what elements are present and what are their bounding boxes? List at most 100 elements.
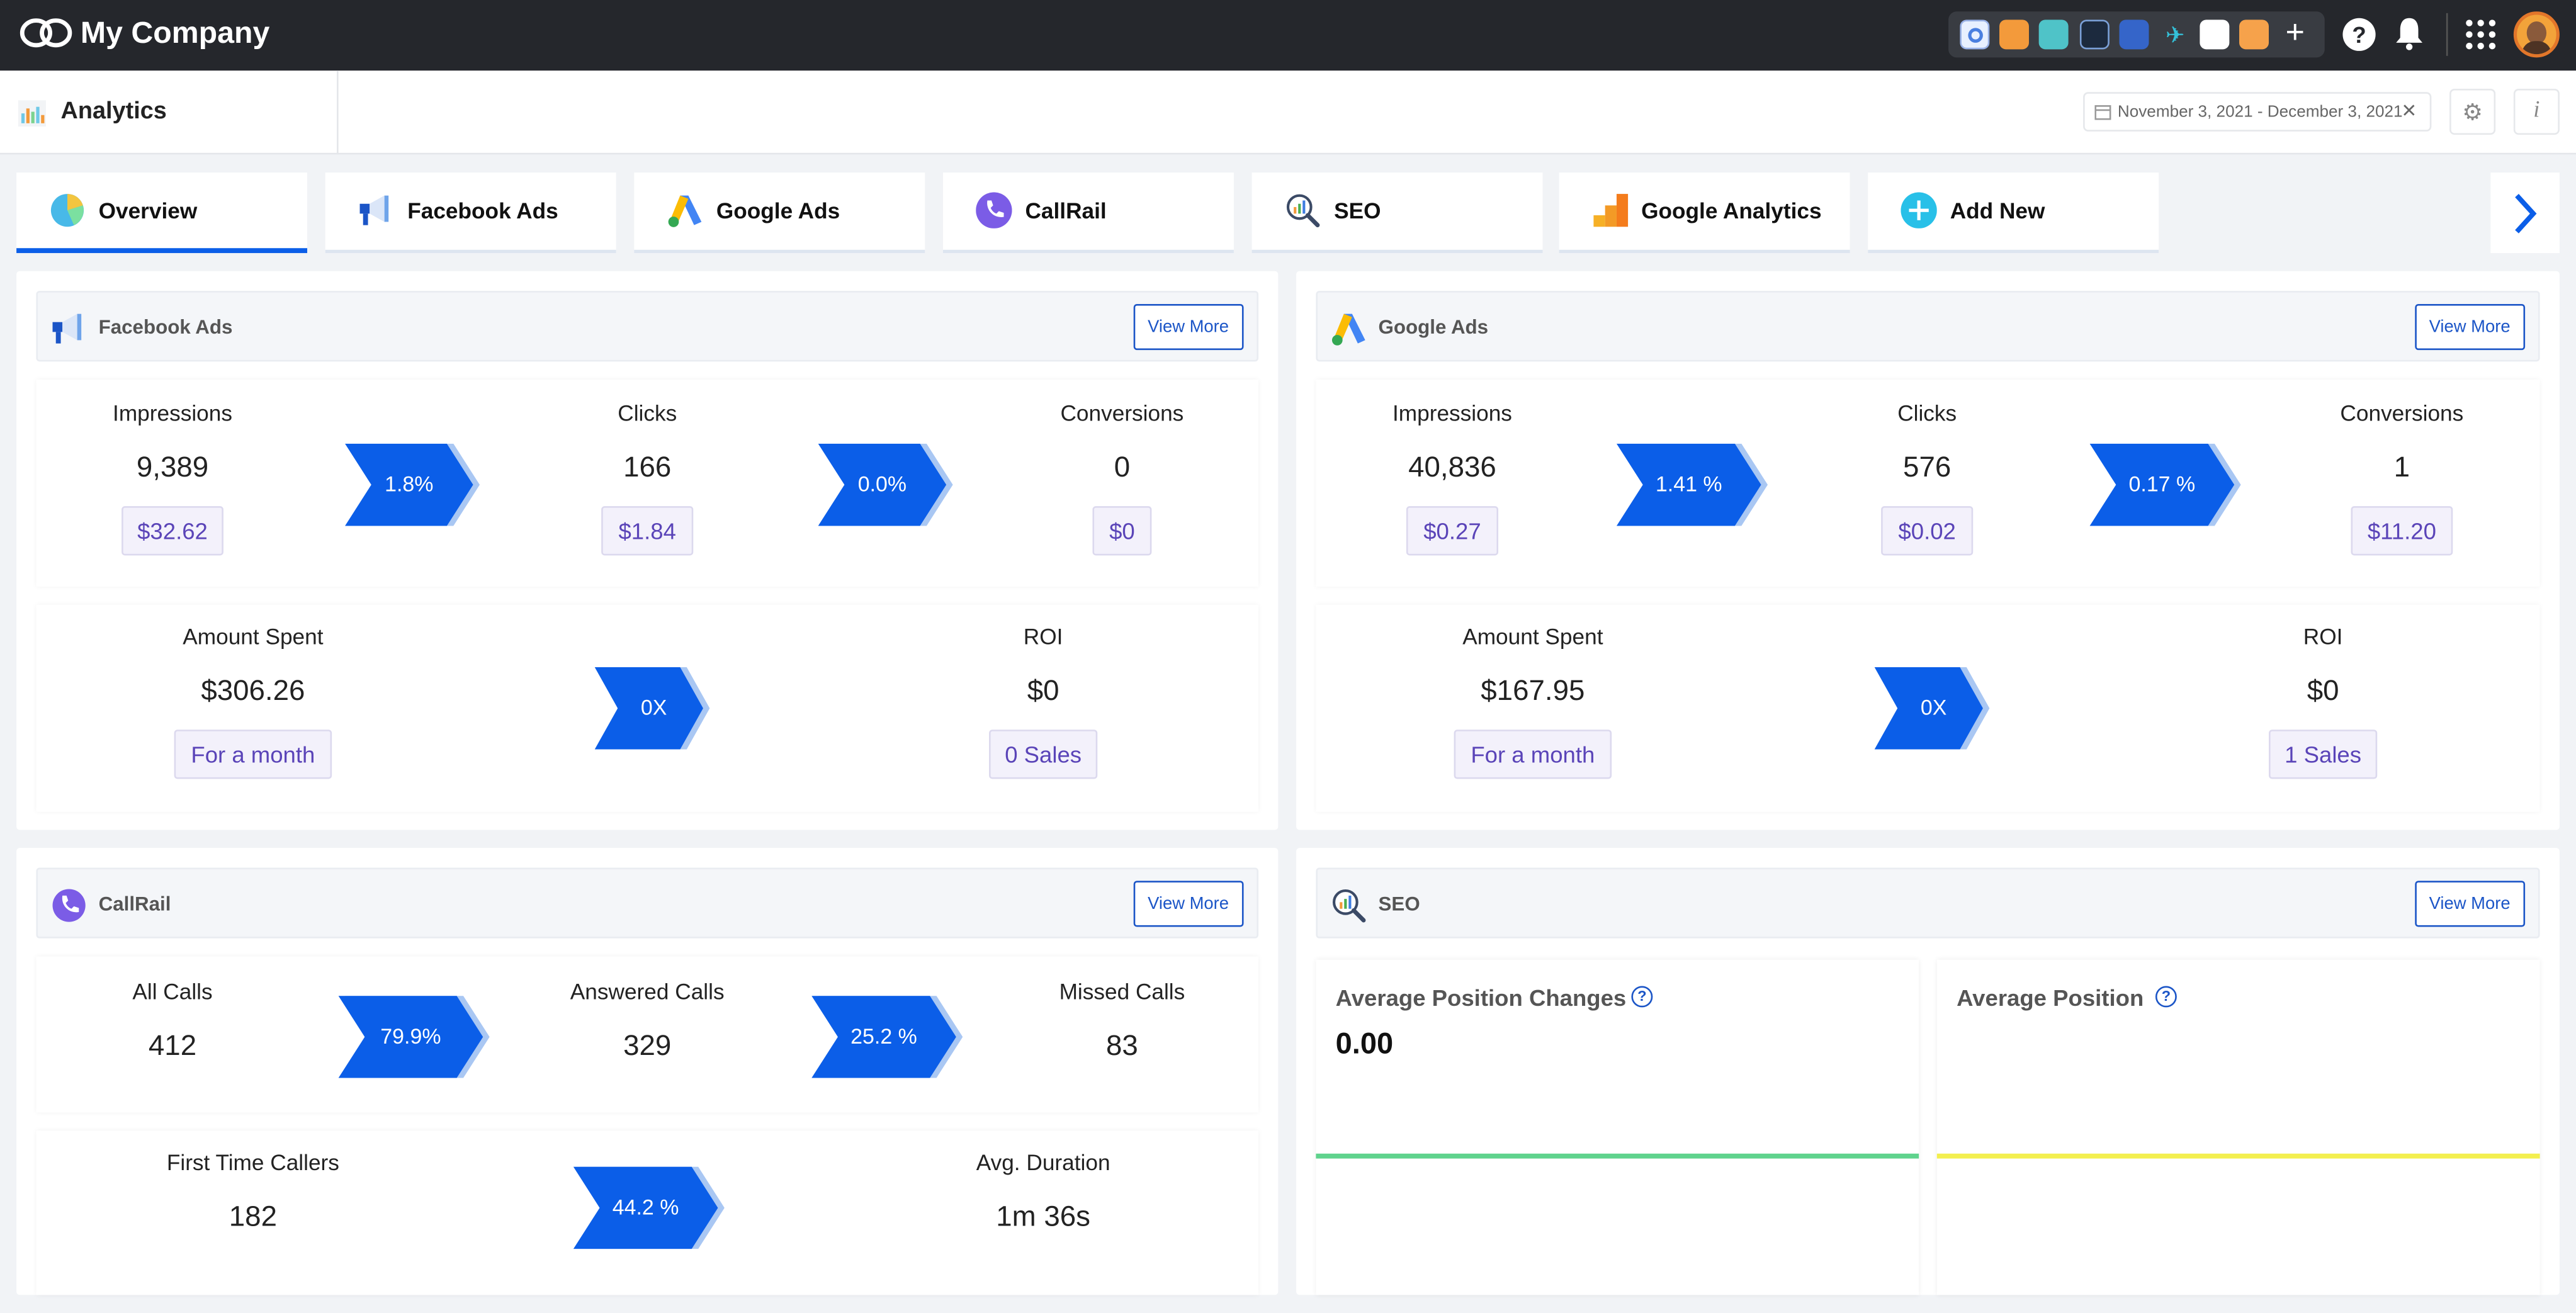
funnel-box: Impressions 9,389 $32.62 1.8% Clicks 166… <box>36 380 1259 587</box>
google-ads-icon <box>1331 313 1365 346</box>
view-more-button[interactable]: View More <box>1133 303 1244 351</box>
metric-value: 412 <box>148 1028 197 1062</box>
settings-button[interactable]: ⚙ <box>2449 88 2496 135</box>
metric-value: 9,389 <box>136 450 209 483</box>
plane-app-icon[interactable]: ✈ <box>2161 20 2190 49</box>
answer-rate-arrow: 79.9% <box>338 996 490 1078</box>
help-icon[interactable]: ? <box>2342 18 2376 51</box>
tabs-next-arrow-icon[interactable] <box>2490 172 2560 254</box>
view-more-button[interactable]: View More <box>1133 881 1244 927</box>
page-title: Analytics <box>60 98 167 125</box>
top-bar: My Company ✈ + ? <box>0 0 2576 71</box>
metric-label: ROI <box>2303 624 2343 650</box>
avg-position-changes-card: Average Position Changes ? 0.00 <box>1316 959 1919 1295</box>
missed-rate-arrow: 25.2 % <box>811 996 963 1078</box>
clicks-metric: Clicks 166 $1.84 <box>516 401 779 556</box>
tab-label: Google Ads <box>716 198 840 224</box>
tab-label: Facebook Ads <box>407 198 558 224</box>
panel-title: Facebook Ads <box>98 315 233 339</box>
panel-header: Google Ads View More <box>1316 291 2540 362</box>
page-header: Analytics November 3, 2021 - December 3,… <box>0 70 2576 155</box>
missed-calls-metric: Missed Calls 83 <box>991 979 1254 1063</box>
user-avatar[interactable] <box>2513 11 2560 58</box>
help-icon[interactable]: ? <box>2155 986 2177 1008</box>
analytics-icon <box>18 100 47 127</box>
card-value: 0.00 <box>1335 1027 1394 1060</box>
view-more-button[interactable]: View More <box>2414 303 2526 351</box>
roi-metric: ROI $0 0 Sales <box>912 624 1175 779</box>
roi-metric: ROI $0 1 Sales <box>2191 624 2455 779</box>
metric-value: $0 <box>1027 673 1059 707</box>
tab-seo[interactable]: SEO <box>1251 172 1543 254</box>
conversion-arrow: 0.17 % <box>2089 443 2241 526</box>
apps-grid-icon[interactable] <box>2465 18 2497 51</box>
panel-header: CallRail View More <box>36 867 1259 938</box>
metric-label: All Calls <box>132 979 213 1005</box>
all-calls-metric: All Calls 412 <box>41 979 304 1063</box>
tab-callrail[interactable]: CallRail <box>942 172 1234 254</box>
metric-label: Clicks <box>618 401 677 426</box>
tab-label: Overview <box>98 198 198 224</box>
cost-badge: $0.27 <box>1407 506 1498 556</box>
tab-label: CallRail <box>1025 198 1107 224</box>
ctr-rate: 1.8% <box>385 471 434 497</box>
tab-google-analytics[interactable]: Google Analytics <box>1559 172 1850 254</box>
avg-position-card: Average Position ? <box>1936 959 2540 1295</box>
magnifier-chart-icon <box>1286 194 1320 228</box>
calls-box: All Calls 412 79.9% Answered Calls 329 2… <box>36 956 1259 1113</box>
conversions-metric: Conversions 1 $11.20 <box>2271 401 2534 556</box>
metric-label: Missed Calls <box>1059 979 1185 1005</box>
phone-icon <box>52 889 86 922</box>
cube-app-icon[interactable] <box>2119 20 2149 50</box>
pie-chart-icon <box>50 194 84 227</box>
panel-header: Facebook Ads View More <box>36 291 1259 362</box>
metric-value: 329 <box>623 1028 672 1062</box>
tab-google-ads[interactable]: Google Ads <box>634 172 925 254</box>
plus-circle-icon <box>1901 192 1937 228</box>
clicks-metric: Clicks 576 $0.02 <box>1795 401 2059 556</box>
facebook-ads-panel: Facebook Ads View More Impressions 9,389… <box>16 271 1279 830</box>
calendar-app-icon[interactable] <box>2038 20 2069 50</box>
metric-value: 40,836 <box>1408 450 1496 483</box>
add-app-icon[interactable]: + <box>2280 16 2310 49</box>
roi-arrow: 0X <box>594 667 730 750</box>
screen-app-icon[interactable] <box>2079 20 2110 50</box>
tab-add-new[interactable]: Add New <box>1868 172 2159 254</box>
metric-label: Avg. Duration <box>976 1150 1110 1175</box>
browser-app-icon[interactable] <box>1960 20 1990 50</box>
cost-badge: $32.62 <box>121 506 224 556</box>
google-ads-icon <box>668 195 702 227</box>
metric-label: First Time Callers <box>166 1150 339 1175</box>
help-icon[interactable]: ? <box>1631 986 1653 1008</box>
metric-value: $306.26 <box>201 673 305 707</box>
funnel-box: Impressions 40,836 $0.27 1.41 % Clicks 5… <box>1316 380 2540 587</box>
megaphone-icon <box>359 195 389 225</box>
metric-value: $0 <box>2307 673 2339 707</box>
roi-rate: 0X <box>640 695 667 720</box>
cost-badge: $0 <box>1092 506 1151 556</box>
metric-label: Amount Spent <box>1462 624 1603 650</box>
company-name[interactable]: My Company <box>81 14 269 50</box>
metric-value: 576 <box>1903 450 1952 483</box>
analytics-app-icon[interactable] <box>2200 20 2230 50</box>
company-logo-icon[interactable] <box>20 18 72 48</box>
callers-box: First Time Callers 182 44.2 % Avg. Durat… <box>36 1130 1259 1295</box>
roi-arrow: 0X <box>1874 667 2009 750</box>
first-time-callers-metric: First Time Callers 182 <box>121 1151 385 1234</box>
phone-icon <box>976 192 1012 228</box>
tab-facebook-ads[interactable]: Facebook Ads <box>325 172 616 254</box>
date-range-picker[interactable]: November 3, 2021 - December 3, 2021 × <box>2083 92 2432 132</box>
orange-app-icon[interactable] <box>1999 20 2029 50</box>
answered-calls-metric: Answered Calls 329 <box>516 979 779 1063</box>
impressions-metric: Impressions 40,836 $0.27 <box>1321 401 1584 556</box>
tab-overview[interactable]: Overview <box>16 172 308 254</box>
clear-date-icon[interactable]: × <box>2402 97 2416 125</box>
info-button[interactable]: i <box>2513 88 2560 135</box>
notes-app-icon[interactable] <box>2239 20 2269 50</box>
view-more-button[interactable]: View More <box>2414 881 2526 927</box>
sales-badge: 0 Sales <box>988 730 1099 779</box>
page-title-area: Analytics <box>0 70 339 155</box>
app-root: My Company ✈ + ? Analytics November 3, 2… <box>0 0 2576 1313</box>
tab-label: Google Analytics <box>1641 198 1822 224</box>
bell-icon[interactable] <box>2393 16 2425 51</box>
